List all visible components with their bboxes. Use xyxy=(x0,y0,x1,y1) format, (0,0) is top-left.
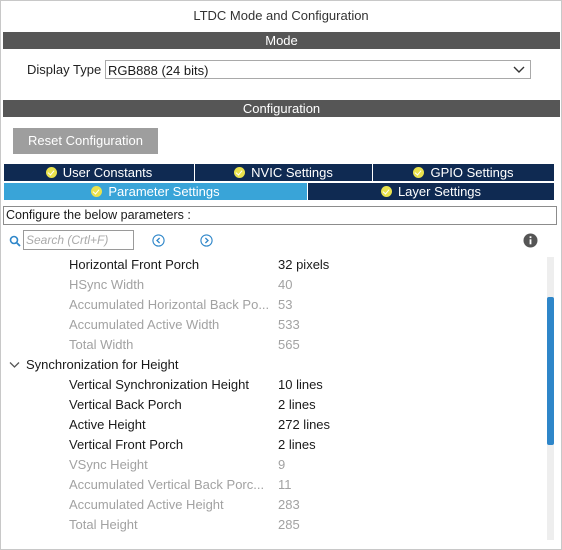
search-icon xyxy=(9,235,21,247)
param-name: Accumulated Horizontal Back Po... xyxy=(69,297,270,312)
check-circle-icon xyxy=(91,186,103,197)
param-value[interactable]: 2 lines xyxy=(278,395,316,415)
tab-user-constants[interactable]: User Constants xyxy=(4,164,194,181)
param-value: 40 xyxy=(278,277,293,292)
window-title: LTDC Mode and Configuration xyxy=(193,8,369,23)
display-type-value: RGB888 (24 bits) xyxy=(108,63,209,78)
group-synchronization-height[interactable]: Synchronization for Height xyxy=(9,355,178,375)
check-circle-icon xyxy=(380,186,392,197)
param-row[interactable]: Vertical Back Porch 2 lines xyxy=(0,395,540,415)
check-circle-icon xyxy=(45,167,57,178)
previous-icon[interactable] xyxy=(152,234,165,247)
param-row[interactable]: Accumulated Active Height 283 xyxy=(0,495,540,515)
param-row[interactable]: HSync Width 40 xyxy=(0,275,540,295)
param-value: 533 xyxy=(278,317,300,332)
chevron-down-icon xyxy=(513,66,525,73)
display-type-label: Display Type xyxy=(27,62,102,77)
tab-gpio-settings[interactable]: GPIO Settings xyxy=(373,164,554,181)
param-value[interactable]: 2 lines xyxy=(278,435,316,455)
param-row[interactable]: Accumulated Vertical Back Porc... 11 xyxy=(0,475,540,495)
check-circle-icon xyxy=(234,167,246,178)
search-input[interactable]: Search (Crtl+F) xyxy=(23,230,134,250)
tab-label: Layer Settings xyxy=(397,184,482,199)
chevron-down-icon[interactable] xyxy=(9,361,20,369)
param-name: Accumulated Active Width xyxy=(69,317,220,332)
param-name: Vertical Synchronization Height xyxy=(69,377,249,392)
param-value: 565 xyxy=(278,337,300,352)
group-label: Synchronization for Height xyxy=(26,357,179,372)
param-row[interactable]: Total Height 285 xyxy=(0,515,540,535)
scrollbar-thumb[interactable] xyxy=(547,297,554,445)
param-value: 9 xyxy=(278,457,286,472)
param-name: Vertical Front Porch xyxy=(69,437,184,452)
param-name: Accumulated Active Height xyxy=(69,497,224,512)
mode-section-header: Mode xyxy=(3,32,560,49)
param-name: HSync Width xyxy=(69,277,145,292)
param-name: VSync Height xyxy=(69,457,148,472)
check-circle-icon xyxy=(413,167,425,178)
param-row[interactable]: Active Height 272 lines xyxy=(0,415,540,435)
display-type-select[interactable]: RGB888 (24 bits) xyxy=(105,60,531,79)
param-name: Total Height xyxy=(69,517,138,532)
info-icon[interactable] xyxy=(523,233,538,248)
param-value[interactable]: 272 lines xyxy=(278,415,330,435)
param-row[interactable]: Vertical Synchronization Height 10 lines xyxy=(0,375,540,395)
tab-layer-settings[interactable]: Layer Settings xyxy=(308,183,554,200)
param-name: Accumulated Vertical Back Porc... xyxy=(69,477,265,492)
tab-label: Parameter Settings xyxy=(108,184,220,199)
param-row[interactable]: Accumulated Active Width 533 xyxy=(0,315,540,335)
param-value: 283 xyxy=(278,497,300,512)
tab-parameter-settings[interactable]: Parameter Settings xyxy=(4,183,307,200)
param-value[interactable]: 10 lines xyxy=(278,375,323,395)
param-row[interactable]: Horizontal Front Porch 32 pixels xyxy=(0,255,540,275)
param-name: Active Height xyxy=(69,417,146,432)
param-value: 53 xyxy=(278,297,293,312)
tab-label: NVIC Settings xyxy=(251,165,333,180)
param-row[interactable]: Accumulated Horizontal Back Po... 53 xyxy=(0,295,540,315)
param-row[interactable]: Total Width 565 xyxy=(0,335,540,355)
tab-nvic-settings[interactable]: NVIC Settings xyxy=(195,164,372,181)
param-row[interactable]: Vertical Front Porch 2 lines xyxy=(0,435,540,455)
param-name: Total Width xyxy=(69,337,134,352)
param-name: Vertical Back Porch xyxy=(69,397,182,412)
param-value: 285 xyxy=(278,517,300,532)
configure-info-box: Configure the below parameters : xyxy=(3,206,557,225)
param-name: Horizontal Front Porch xyxy=(69,257,200,272)
next-icon[interactable] xyxy=(200,234,213,247)
reset-configuration-button[interactable]: Reset Configuration xyxy=(13,128,158,154)
param-value: 11 xyxy=(278,477,292,492)
tab-label: User Constants xyxy=(62,165,153,180)
configuration-section-header: Configuration xyxy=(3,100,560,117)
tab-label: GPIO Settings xyxy=(430,165,514,180)
param-row[interactable]: VSync Height 9 xyxy=(0,455,540,475)
param-value[interactable]: 32 pixels xyxy=(278,255,329,275)
